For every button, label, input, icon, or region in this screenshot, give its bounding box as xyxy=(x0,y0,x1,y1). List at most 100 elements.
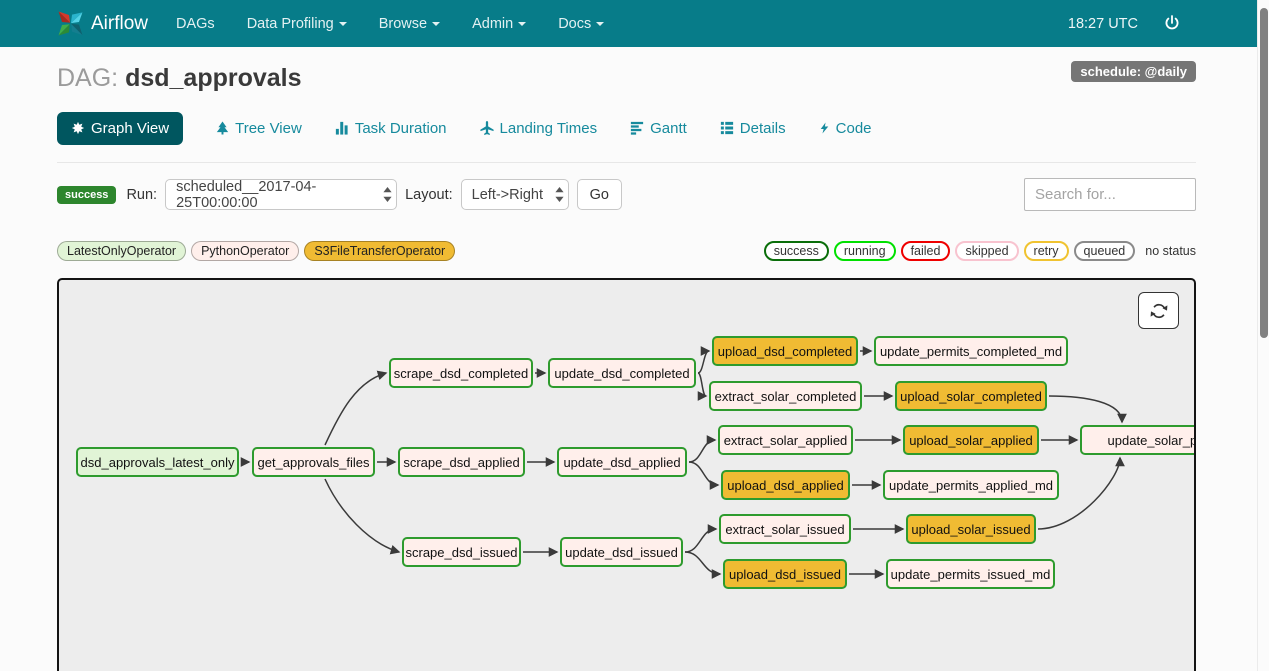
tab-landing-times[interactable]: Landing Times xyxy=(480,120,598,137)
status-legend-retry: retry xyxy=(1024,241,1069,261)
tab-tree-view[interactable]: Tree View xyxy=(216,120,302,137)
chevron-down-icon xyxy=(432,22,440,26)
tab-task-duration[interactable]: Task Duration xyxy=(335,120,447,137)
graph-node-dsd_approvals_latest_only[interactable]: dsd_approvals_latest_only xyxy=(76,447,239,477)
nav-item-label: Browse xyxy=(379,16,427,32)
graph-node-upload_solar_completed[interactable]: upload_solar_completed xyxy=(895,381,1047,411)
graph-edge-get_approvals_files-to-scrape_dsd_completed xyxy=(325,373,386,445)
graph-node-upload_solar_issued[interactable]: upload_solar_issued xyxy=(906,514,1036,544)
operator-legend-latestonlyoperator: LatestOnlyOperator xyxy=(57,241,186,261)
layout-select[interactable]: Left->Right xyxy=(461,179,569,210)
graph-node-upload_dsd_completed[interactable]: upload_dsd_completed xyxy=(712,336,858,366)
run-select-value: scheduled__2017-04-25T00:00:00 xyxy=(176,179,377,211)
graph-node-upload_dsd_issued[interactable]: upload_dsd_issued xyxy=(723,559,847,589)
status-legend-queued: queued xyxy=(1074,241,1136,261)
nav-item-dags[interactable]: DAGs xyxy=(160,16,231,32)
graph-node-update_dsd_completed[interactable]: update_dsd_completed xyxy=(548,358,696,388)
graph-edge-update_dsd_applied-to-upload_dsd_applied xyxy=(689,462,718,485)
tab-details[interactable]: Details xyxy=(720,120,786,137)
graph-node-scrape_dsd_issued[interactable]: scrape_dsd_issued xyxy=(402,537,521,567)
tab-label: Gantt xyxy=(650,120,687,137)
refresh-icon xyxy=(1150,302,1168,320)
tab-graph-view[interactable]: Graph View xyxy=(57,112,183,145)
search-input[interactable] xyxy=(1024,178,1196,211)
graph-node-extract_solar_completed[interactable]: extract_solar_completed xyxy=(709,381,862,411)
nav-item-label: Docs xyxy=(558,16,591,32)
select-stepper-icon xyxy=(555,187,564,202)
dag-name: dsd_approvals xyxy=(125,64,301,92)
nav-item-admin[interactable]: Admin xyxy=(456,16,542,32)
graph-node-update_solar_permi[interactable]: update_solar_permi xyxy=(1080,425,1196,455)
graph-node-update_permits_applied_md[interactable]: update_permits_applied_md xyxy=(883,470,1059,500)
graph-node-scrape_dsd_applied[interactable]: scrape_dsd_applied xyxy=(398,447,525,477)
graph-node-upload_dsd_applied[interactable]: upload_dsd_applied xyxy=(721,470,850,500)
operator-legend: LatestOnlyOperatorPythonOperatorS3FileTr… xyxy=(57,241,455,261)
schedule-badge: schedule: @daily xyxy=(1071,61,1196,82)
graph-node-get_approvals_files[interactable]: get_approvals_files xyxy=(252,447,375,477)
divider xyxy=(57,162,1196,163)
chevron-down-icon xyxy=(518,22,526,26)
status-legend: successrunningfailedskipped retryqueued no… xyxy=(764,241,1196,261)
status-legend-skipped: skipped xyxy=(955,241,1018,261)
tab-code[interactable]: Code xyxy=(819,120,872,137)
graph-node-extract_solar_applied[interactable]: extract_solar_applied xyxy=(718,425,853,455)
controls-row: success Run: scheduled__2017-04-25T00:00… xyxy=(57,178,622,211)
run-select[interactable]: scheduled__2017-04-25T00:00:00 xyxy=(165,179,397,210)
graph-node-upload_solar_applied[interactable]: upload_solar_applied xyxy=(903,425,1039,455)
navbar-menu: DAGs Data Profiling Browse Admin Docs xyxy=(160,16,620,32)
dag-graph-canvas: dsd_approvals_latest_only get_approvals_f… xyxy=(57,278,1196,671)
go-button[interactable]: Go xyxy=(577,179,622,210)
status-legend-success: success xyxy=(764,241,829,261)
tab-label: Details xyxy=(740,120,786,137)
utc-clock: 18:27 UTC xyxy=(1068,16,1138,32)
tab-label: Code xyxy=(836,120,872,137)
select-stepper-icon xyxy=(383,187,392,202)
refresh-button[interactable] xyxy=(1138,292,1179,329)
airflow-brand[interactable]: Airflow xyxy=(57,10,148,37)
status-legend-no-status: no status xyxy=(1145,244,1196,258)
status-legend-running: running xyxy=(834,241,896,261)
operator-legend-s3filetransferoperator: S3FileTransferOperator xyxy=(304,241,455,261)
nav-item-label: Data Profiling xyxy=(247,16,334,32)
graph-node-update_dsd_applied[interactable]: update_dsd_applied xyxy=(557,447,687,477)
graph-edge-update_dsd_issued-to-upload_dsd_issued xyxy=(685,552,720,574)
bar-chart-icon xyxy=(335,121,349,135)
power-icon[interactable] xyxy=(1164,15,1180,32)
chevron-down-icon xyxy=(339,22,347,26)
nav-item-docs[interactable]: Docs xyxy=(542,16,620,32)
graph-edge-upload_solar_completed-to-update_solar_permi xyxy=(1049,396,1122,422)
graph-node-update_dsd_issued[interactable]: update_dsd_issued xyxy=(560,537,683,567)
plane-icon xyxy=(480,121,494,135)
view-tabs: Graph View Tree View Task Duration Landing … xyxy=(57,110,872,146)
graph-edge-update_dsd_completed-to-upload_dsd_completed xyxy=(698,351,709,373)
list-details-icon xyxy=(720,121,734,135)
graph-edge-get_approvals_files-to-scrape_dsd_issued xyxy=(325,479,399,552)
bolt-icon xyxy=(819,121,830,135)
tree-icon xyxy=(216,121,229,135)
tab-label: Landing Times xyxy=(500,120,598,137)
graph-node-scrape_dsd_completed[interactable]: scrape_dsd_completed xyxy=(389,358,533,388)
run-status-badge: success xyxy=(57,186,116,204)
dag-prefix-label: DAG: xyxy=(57,64,118,92)
nav-item-label: Admin xyxy=(472,16,513,32)
layout-select-value: Left->Right xyxy=(472,187,543,203)
page-title: DAG: dsd_approvals xyxy=(57,64,302,93)
status-legend-failed: failed xyxy=(901,241,951,261)
layout-label: Layout: xyxy=(405,187,453,203)
graph-burst-icon xyxy=(71,121,85,135)
graph-edge-update_dsd_issued-to-extract_solar_issued xyxy=(685,529,716,552)
scrollbar-thumb[interactable] xyxy=(1260,8,1268,338)
nav-item-browse[interactable]: Browse xyxy=(363,16,456,32)
graph-node-update_permits_completed_md[interactable]: update_permits_completed_md xyxy=(874,336,1068,366)
page-scrollbar xyxy=(1257,0,1269,671)
graph-node-extract_solar_issued[interactable]: extract_solar_issued xyxy=(719,514,851,544)
tab-label: Task Duration xyxy=(355,120,447,137)
airflow-logo-icon xyxy=(57,10,84,37)
graph-node-update_permits_issued_md[interactable]: update_permits_issued_md xyxy=(886,559,1055,589)
nav-item-data-profiling[interactable]: Data Profiling xyxy=(231,16,363,32)
gantt-bars-icon xyxy=(630,121,644,135)
tab-gantt[interactable]: Gantt xyxy=(630,120,687,137)
tab-label: Tree View xyxy=(235,120,302,137)
graph-edge-update_dsd_completed-to-extract_solar_completed xyxy=(698,373,706,396)
tab-label: Graph View xyxy=(91,120,169,137)
